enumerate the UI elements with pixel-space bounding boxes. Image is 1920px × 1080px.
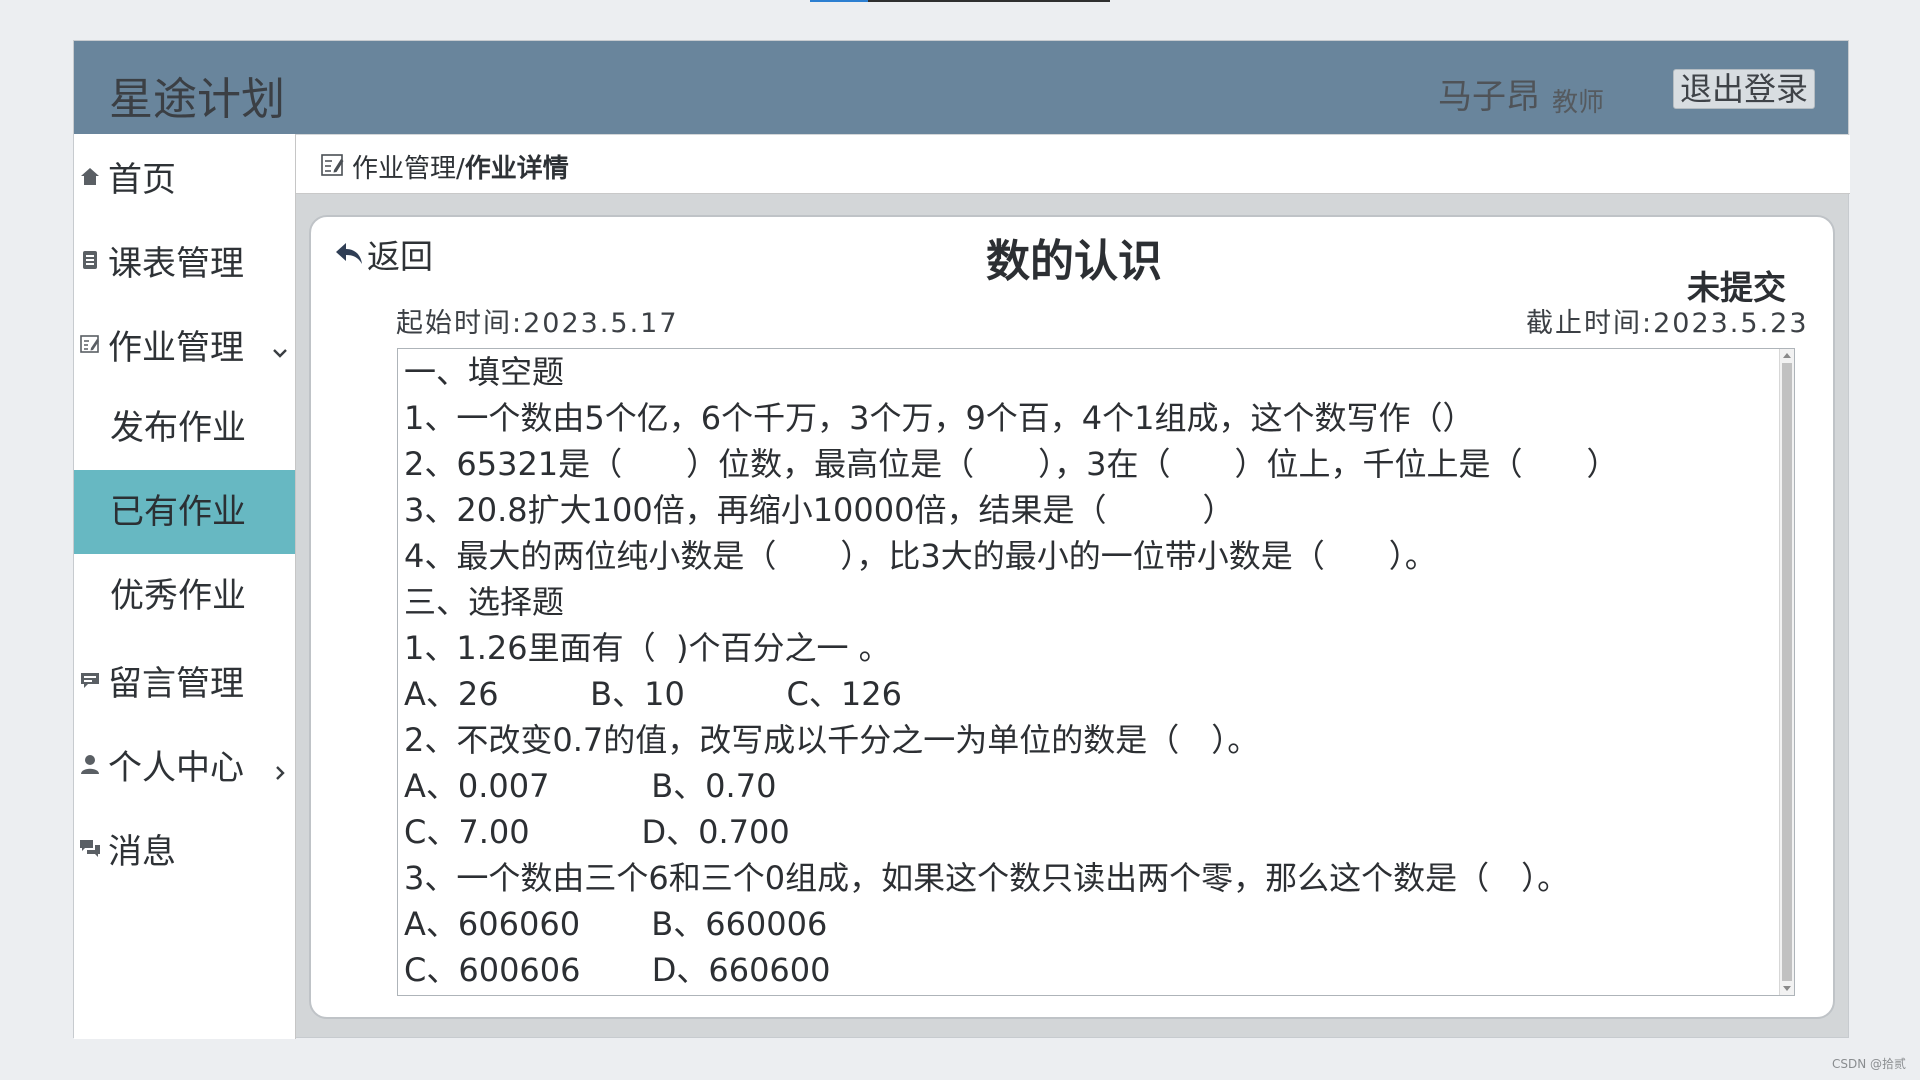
logout-button[interactable]: 退出登录	[1673, 69, 1815, 109]
sidebar-item-label: 留言管理	[108, 663, 244, 704]
user-name: 马子昂	[1438, 77, 1540, 117]
browser-tab-indicator	[810, 0, 1110, 2]
homework-content: 一、填空题 1、一个数由5个亿，6个千万，3个万，9个百，4个1组成，这个数写作（…	[404, 349, 1764, 993]
sidebar-item-notifications[interactable]: 消息	[74, 806, 295, 890]
content-line: 1、一个数由5个亿，6个千万，3个万，9个百，4个1组成，这个数写作（）	[404, 399, 1475, 437]
sidebar-item-homework[interactable]: 作业管理	[74, 302, 295, 386]
sidebar-item-label: 个人中心	[108, 747, 244, 788]
breadcrumb-text: 作业管理/作业详情	[352, 148, 569, 185]
sidebar-item-personal[interactable]: 个人中心	[74, 722, 295, 806]
app-window: 星途计划 马子昂 教师 退出登录 首页 课表管理 作业管理 发布作业 已有作业 …	[73, 40, 1850, 1039]
sidebar-item-schedule[interactable]: 课表管理	[74, 218, 295, 302]
content-line: 1、1.26里面有（ )个百分之一 。	[404, 629, 891, 667]
content-line: A、0.007 B、0.70	[404, 767, 777, 805]
chat-icon	[78, 836, 102, 860]
sidebar-subitem-existing[interactable]: 已有作业	[74, 470, 295, 554]
sidebar-item-label: 作业管理	[108, 327, 244, 368]
brand-title: 星途计划	[109, 74, 285, 125]
content-line: 2、65321是（ ）位数，最高位是（ ），3在（ ）位上，千位上是（ ）	[404, 445, 1619, 483]
content-line: C、7.00 D、0.700	[404, 813, 790, 851]
homework-detail-panel: 返回 数的认识 未提交 起始时间:2023.5.17 截止时间:2023.5.2…	[309, 215, 1835, 1019]
breadcrumb-parent-link[interactable]: 作业管理	[352, 154, 456, 184]
breadcrumb: 作业管理/作业详情	[296, 135, 1850, 194]
scroll-down-arrow-icon[interactable]	[1783, 986, 1791, 991]
chevron-right-icon	[270, 752, 290, 780]
scroll-thumb[interactable]	[1782, 363, 1792, 981]
sidebar-item-label: 首页	[108, 159, 176, 200]
breadcrumb-current: 作业详情	[464, 154, 569, 184]
home-icon	[78, 164, 102, 188]
sidebar-item-messages[interactable]: 留言管理	[74, 638, 295, 722]
content-scrollbar[interactable]	[1779, 349, 1794, 995]
user-role: 教师	[1552, 88, 1605, 118]
watermark: CSDN @拾贰	[1831, 1057, 1906, 1071]
edit-icon	[320, 152, 346, 178]
content-line: 2、不改变0.7的值，改写成以千分之一为单位的数是（ ）。	[404, 721, 1260, 759]
start-time: 起始时间:2023.5.17	[396, 308, 679, 339]
chevron-down-icon	[270, 332, 290, 358]
content-line: 3、20.8扩大100倍，再缩小10000倍，结果是（ ）	[404, 491, 1235, 529]
sidebar-item-label: 消息	[108, 831, 176, 872]
breadcrumb-separator: /	[456, 154, 465, 184]
content-line: 4、最大的两位纯小数是（ ），比3大的最小的一位带小数是（ ）。	[404, 537, 1437, 575]
tab-progress	[810, 0, 868, 2]
homework-title: 数的认识	[986, 236, 1162, 287]
sidebar-subitem-excellent[interactable]: 优秀作业	[74, 554, 295, 638]
sidebar-item-label: 课表管理	[108, 243, 244, 284]
document-icon	[78, 248, 102, 272]
sidebar-item-home[interactable]: 首页	[74, 134, 295, 218]
header: 星途计划 马子昂 教师 退出登录	[74, 41, 1848, 134]
user-icon	[78, 752, 102, 776]
content-line: A、26 B、10 C、126	[404, 675, 902, 713]
scroll-up-arrow-icon[interactable]	[1783, 353, 1791, 358]
content-line: 一、填空题	[404, 353, 565, 391]
comment-icon	[78, 668, 102, 692]
content-line: 三、选择题	[404, 583, 565, 621]
sidebar-subitem-publish[interactable]: 发布作业	[74, 386, 295, 470]
edit-icon	[78, 332, 102, 356]
content-line: A、606060 B、660006	[404, 905, 828, 943]
sidebar: 首页 课表管理 作业管理 发布作业 已有作业 优秀作业 留言管理 个人中心 消息	[74, 134, 296, 1039]
content-line: 3、一个数由三个6和三个0组成，如果这个数只读出两个零，那么这个数是（ ）。	[404, 859, 1570, 897]
homework-content-textarea[interactable]: 一、填空题 1、一个数由5个亿，6个千万，3个万，9个百，4个1组成，这个数写作（…	[397, 348, 1795, 996]
end-time: 截止时间:2023.5.23	[1526, 308, 1809, 339]
content-line: C、600606 D、660600	[404, 951, 831, 989]
